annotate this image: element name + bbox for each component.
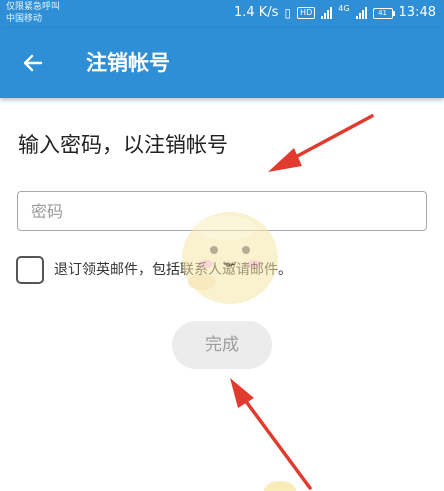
instruction-heading: 输入密码，以注销帐号 bbox=[18, 133, 228, 157]
done-button[interactable]: 完成 bbox=[172, 321, 272, 369]
clock: 13:48 bbox=[398, 5, 436, 20]
network-speed: 1.4 K/s bbox=[233, 5, 279, 20]
network-type: 4G bbox=[338, 4, 350, 13]
status-icons: 1.4 K/s ▯ HD 4G 41 13:48 bbox=[234, 5, 436, 21]
mascot-watermark-bottom bbox=[264, 481, 296, 491]
arrow-left-icon bbox=[23, 54, 43, 72]
app-bar: 注销帐号 bbox=[0, 28, 444, 98]
annotation-arrow-heading bbox=[268, 114, 374, 172]
vibrate-icon: ▯ bbox=[284, 6, 292, 20]
unsubscribe-label[interactable]: 退订领英邮件，包括联系人邀请邮件。 bbox=[54, 260, 292, 280]
unsubscribe-checkbox[interactable] bbox=[16, 256, 44, 284]
password-input[interactable] bbox=[17, 191, 427, 231]
hd-badge: HD bbox=[297, 7, 316, 19]
battery-level: 41 bbox=[378, 8, 387, 17]
back-button[interactable] bbox=[18, 48, 48, 78]
carrier-line-1: 仅限紧急呼叫 bbox=[6, 2, 61, 12]
signal-icon bbox=[321, 7, 333, 19]
carrier-line-2: 中国移动 bbox=[6, 14, 43, 24]
battery-icon: 41 bbox=[372, 7, 395, 19]
signal-icon-2 bbox=[355, 7, 367, 19]
annotation-arrow-done bbox=[230, 378, 312, 490]
status-bar: 仅限紧急呼叫 中国移动 1.4 K/s ▯ HD 4G 41 13:48 bbox=[0, 0, 444, 28]
page-title: 注销帐号 bbox=[86, 51, 170, 75]
carrier-info: 仅限紧急呼叫 中国移动 bbox=[6, 1, 60, 25]
